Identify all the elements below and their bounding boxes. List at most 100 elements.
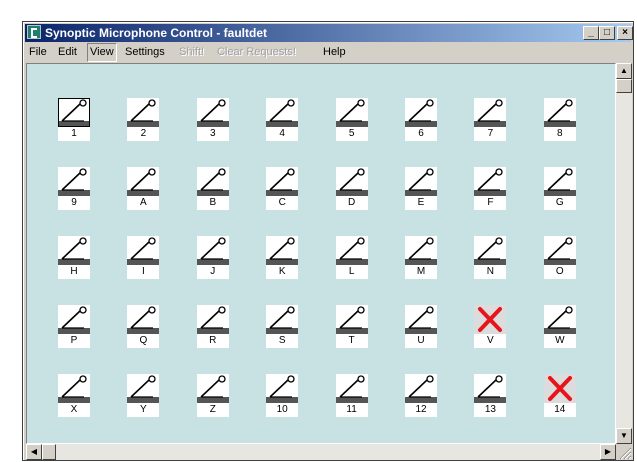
microphone-N[interactable]: N	[474, 236, 507, 280]
microphone-R[interactable]: R	[196, 305, 229, 349]
menu-bar: File Edit View Settings Shift! Clear Req…	[25, 43, 631, 62]
microphone-2[interactable]: 2	[127, 98, 160, 142]
microphone-5[interactable]: 5	[335, 98, 368, 142]
title-bar[interactable]: Synoptic Microphone Control - faultdet _…	[25, 24, 633, 42]
microphone-label: T	[335, 334, 368, 348]
microphone-icon	[266, 98, 299, 127]
selection-frame	[58, 98, 90, 127]
microphone-label: 5	[335, 127, 368, 141]
microphone-B[interactable]: B	[196, 167, 229, 211]
microphone-label: G	[543, 196, 576, 210]
microphone-E[interactable]: E	[405, 167, 437, 211]
microphone-icon	[266, 236, 299, 265]
microphone-label: U	[405, 334, 437, 348]
microphone-Z[interactable]: Z	[196, 374, 229, 418]
vertical-scroll-thumb[interactable]	[616, 79, 632, 93]
microphone-label: Y	[127, 403, 160, 417]
microphone-10[interactable]: 10	[266, 374, 299, 418]
microphone-icon	[474, 167, 507, 196]
microphone-label: C	[266, 196, 299, 210]
minimize-button[interactable]: _	[583, 26, 599, 40]
menu-view[interactable]: View	[87, 43, 117, 62]
scroll-down-arrow-icon[interactable]: ▼	[616, 428, 632, 444]
scroll-up-arrow-icon[interactable]: ▲	[616, 63, 632, 79]
microphone-W[interactable]: W	[543, 305, 576, 349]
microphone-label: 10	[266, 403, 299, 417]
microphone-V[interactable]: V	[474, 305, 507, 349]
microphone-icon	[58, 167, 90, 196]
microphone-label: Z	[196, 403, 229, 417]
microphone-J[interactable]: J	[196, 236, 229, 280]
microphone-icon	[543, 305, 576, 334]
menu-clear-requests[interactable]: Clear Requests!	[217, 43, 296, 62]
microphone-label: 4	[266, 127, 299, 141]
menu-edit[interactable]: Edit	[58, 43, 77, 62]
microphone-I[interactable]: I	[127, 236, 160, 280]
microphone-F[interactable]: F	[474, 167, 507, 211]
microphone-Q[interactable]: Q	[127, 305, 160, 349]
microphone-P[interactable]: P	[58, 305, 90, 349]
microphone-13[interactable]: 13	[474, 374, 507, 418]
menu-settings[interactable]: Settings	[125, 43, 165, 62]
menu-file[interactable]: File	[29, 43, 47, 62]
microphone-H[interactable]: H	[58, 236, 90, 280]
microphone-icon	[474, 236, 507, 265]
microphone-label: V	[474, 334, 507, 348]
microphone-3[interactable]: 3	[196, 98, 229, 142]
menu-shift[interactable]: Shift!	[179, 43, 204, 62]
microphone-icon	[196, 374, 229, 403]
microphone-label: 9	[58, 196, 90, 210]
microphone-9[interactable]: 9	[58, 167, 90, 211]
microphone-icon	[127, 374, 160, 403]
microphone-M[interactable]: M	[405, 236, 437, 280]
microphone-icon	[405, 98, 437, 127]
microphone-label: 11	[335, 403, 368, 417]
microphone-label: J	[196, 265, 229, 279]
maximize-button[interactable]: □	[599, 26, 615, 40]
microphone-A[interactable]: A	[127, 167, 160, 211]
microphone-label: 2	[127, 127, 160, 141]
microphone-S[interactable]: S	[266, 305, 299, 349]
microphone-label: X	[58, 403, 90, 417]
app-icon[interactable]	[27, 25, 41, 39]
microphone-icon	[543, 167, 576, 196]
microphone-label: 13	[474, 403, 507, 417]
microphone-K[interactable]: K	[266, 236, 299, 280]
microphone-label: W	[543, 334, 576, 348]
microphone-Y[interactable]: Y	[127, 374, 160, 418]
microphone-4[interactable]: 4	[266, 98, 299, 142]
microphone-6[interactable]: 6	[405, 98, 437, 142]
microphone-T[interactable]: T	[335, 305, 368, 349]
menu-help[interactable]: Help	[323, 43, 346, 62]
microphone-D[interactable]: D	[335, 167, 368, 211]
microphone-U[interactable]: U	[405, 305, 437, 349]
microphone-8[interactable]: 8	[543, 98, 576, 142]
scroll-right-arrow-icon[interactable]: ▶	[600, 444, 616, 460]
microphone-label: 7	[474, 127, 507, 141]
microphone-icon	[127, 236, 160, 265]
microphone-12[interactable]: 12	[405, 374, 437, 418]
microphone-14[interactable]: 14	[543, 374, 576, 418]
microphone-1[interactable]: 1	[58, 98, 90, 142]
microphone-icon	[58, 305, 90, 334]
microphone-X[interactable]: X	[58, 374, 90, 418]
microphone-7[interactable]: 7	[474, 98, 507, 142]
microphone-label: E	[405, 196, 437, 210]
microphone-L[interactable]: L	[335, 236, 368, 280]
scroll-left-arrow-icon[interactable]: ◀	[26, 444, 42, 460]
horizontal-scroll-thumb[interactable]	[42, 444, 56, 460]
resize-grip-icon[interactable]	[616, 444, 632, 460]
microphone-11[interactable]: 11	[335, 374, 368, 418]
close-button[interactable]: ×	[617, 26, 633, 40]
microphone-icon	[196, 236, 229, 265]
microphone-icon	[266, 167, 299, 196]
horizontal-scrollbar[interactable]: ◀ ▶	[26, 444, 616, 460]
microphone-O[interactable]: O	[543, 236, 576, 280]
microphone-icon	[405, 236, 437, 265]
microphone-C[interactable]: C	[266, 167, 299, 211]
microphone-G[interactable]: G	[543, 167, 576, 211]
microphone-icon	[335, 167, 368, 196]
microphone-label: D	[335, 196, 368, 210]
vertical-scrollbar[interactable]: ▲ ▼	[616, 63, 632, 444]
microphone-icon	[58, 374, 90, 403]
